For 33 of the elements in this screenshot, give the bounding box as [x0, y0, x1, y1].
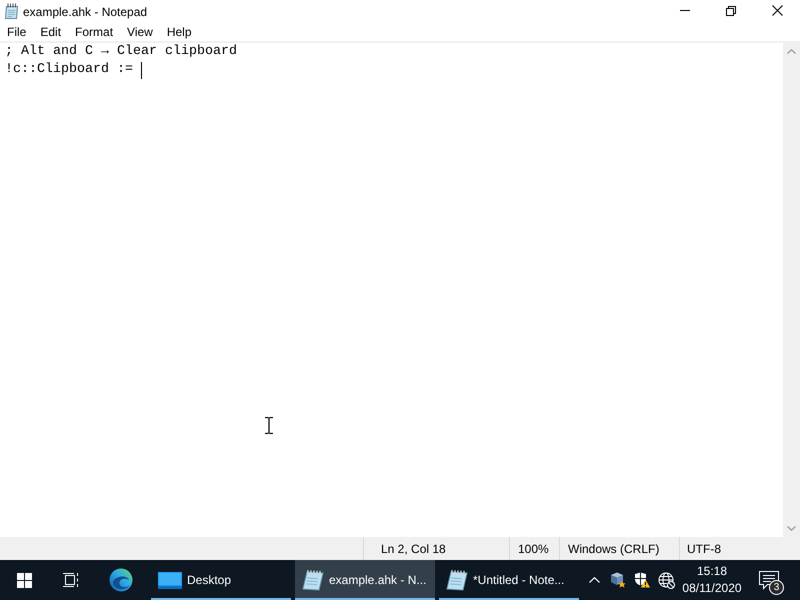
- clock-date: 08/11/2020: [682, 580, 742, 597]
- status-text: 100%: [518, 542, 549, 556]
- taskbar-button[interactable]: *Untitled - Note...: [439, 560, 579, 600]
- close-icon[interactable]: [772, 5, 782, 16]
- status-text: Windows (CRLF): [568, 542, 660, 556]
- clock-time: 15:18: [696, 563, 728, 580]
- swirl-icon[interactable]: [109, 568, 133, 592]
- menu-item[interactable]: Format: [68, 23, 120, 41]
- desktop-icon: [158, 572, 182, 588]
- notepad-icon: [446, 569, 468, 591]
- window-title: example.ahk - Notepad: [23, 4, 148, 18]
- menu-item[interactable]: View: [120, 23, 160, 41]
- cube-icon[interactable]: [610, 572, 626, 588]
- chevron-up-icon[interactable]: [588, 577, 600, 583]
- text-line: !c::Clipboard :=: [5, 61, 134, 79]
- notepad-icon: [302, 569, 324, 591]
- notepad-icon: [4, 3, 19, 19]
- globe-icon[interactable]: [658, 572, 674, 588]
- text-line: ; Alt and C → Clear clipboard: [5, 43, 237, 61]
- notification-icon[interactable]: [759, 570, 779, 590]
- taskbar-button[interactable]: Desktop: [151, 560, 291, 600]
- notification-badge: 3: [769, 580, 784, 595]
- i-beam-cursor-icon: [265, 417, 273, 434]
- status-text: Ln 2, Col 18: [381, 542, 446, 556]
- status-text: UTF-8: [687, 542, 721, 556]
- menu-item[interactable]: Help: [160, 23, 199, 41]
- shield-warning-icon[interactable]: [634, 572, 650, 588]
- menu-item[interactable]: Edit: [33, 23, 68, 41]
- menu-item[interactable]: File: [0, 23, 34, 41]
- taskbar-button[interactable]: example.ahk - N...: [295, 560, 435, 600]
- task-view-icon[interactable]: [63, 572, 79, 588]
- windows-logo-icon[interactable]: [16, 572, 32, 588]
- restore-icon[interactable]: [726, 6, 736, 16]
